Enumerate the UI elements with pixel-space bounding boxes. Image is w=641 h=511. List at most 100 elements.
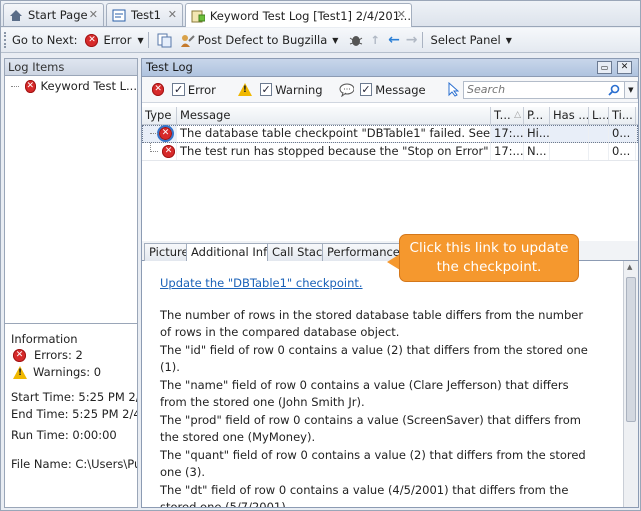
test-log-window: Start Page ✕ Test1 ✕ Keyword Test Log [T…	[0, 0, 641, 511]
error-icon: ✕	[25, 79, 36, 93]
tab-test1[interactable]: Test1 ✕	[106, 3, 183, 26]
search-input[interactable]	[467, 83, 608, 96]
info-line: stored one (5/7/2001).	[160, 500, 290, 507]
info-line: one (3).	[160, 465, 206, 479]
end-time: End Time: 5:25 PM 2/4/2	[11, 407, 137, 421]
info-line: The "id" field of row 0 contains a value…	[160, 342, 588, 357]
scrollbar-thumb[interactable]	[626, 277, 636, 422]
cursor-icon	[448, 82, 459, 97]
row-link-cell	[589, 143, 609, 160]
information-title: Information	[11, 332, 78, 346]
log-tree-item[interactable]: ✕ Keyword Test L...	[11, 79, 137, 93]
row-link-cell	[589, 125, 609, 142]
close-tab-icon[interactable]: ✕	[397, 8, 406, 21]
copy-icon	[157, 33, 172, 47]
tree-connector	[150, 151, 158, 152]
select-panel-button[interactable]: Select Panel ▼	[431, 33, 512, 47]
info-line: the stored one (MyMoney).	[160, 430, 316, 444]
test-log-panel: Test Log ▭ ✕ ✕ ✓ Error ✓ Warning ✓ Messa…	[141, 58, 639, 508]
error-filter-checkbox[interactable]: ✓	[172, 83, 185, 96]
details-scrollbar[interactable]: ▲	[624, 261, 638, 507]
column-time-diff[interactable]: Ti...	[609, 107, 636, 124]
column-time[interactable]: T... △	[491, 107, 524, 124]
message-icon	[339, 83, 354, 97]
log-toolbar: Go to Next: ✕ Error ▼ Post Defect to Bug…	[1, 28, 640, 53]
test-log-title: Test Log ▭ ✕	[142, 59, 638, 77]
update-checkpoint-link[interactable]: Update the "DBTable1" checkpoint.	[160, 276, 363, 290]
message-filter-checkbox[interactable]: ✓	[359, 83, 373, 96]
search-box[interactable]	[463, 80, 625, 99]
row-type-cell: ✕	[142, 125, 177, 142]
info-line: from the stored one (John Smith Jr).	[160, 395, 365, 409]
close-tab-icon[interactable]: ✕	[168, 8, 177, 21]
row-message-cell: The database table checkpoint "DBTable1"…	[177, 125, 491, 142]
copy-button[interactable]	[157, 33, 173, 48]
restore-panel-button[interactable]: ▭	[597, 61, 612, 74]
chevron-down-icon[interactable]: ▼	[138, 36, 144, 45]
warning-filter-checkbox[interactable]: ✓	[259, 83, 273, 96]
toolbar-grip[interactable]	[4, 32, 8, 48]
post-defect-button[interactable]: Post Defect to Bugzilla ▼	[179, 33, 338, 48]
script-icon	[112, 9, 126, 21]
warnings-count: Warnings: 0	[13, 365, 101, 379]
info-line: The "dt" field of row 0 contains a value…	[160, 482, 569, 497]
table-row[interactable]: ✕ The test run has stopped because the "…	[142, 143, 638, 161]
search-dropdown-button[interactable]: ▼	[624, 80, 639, 99]
info-line: The number of rows in the stored databas…	[160, 307, 584, 322]
close-panel-button[interactable]: ✕	[617, 61, 632, 74]
column-message[interactable]: Message	[177, 107, 491, 124]
errors-count: ✕ Errors: 2	[13, 348, 83, 362]
go-to-next-error-button[interactable]: ✕ Error ▼	[85, 33, 144, 47]
chevron-down-icon[interactable]: ▼	[332, 36, 338, 45]
sort-ascending-icon: △	[514, 110, 521, 120]
additional-info-content: Update the "DBTable1" checkpoint. The nu…	[142, 261, 624, 507]
arrow-left-icon: ←	[388, 32, 400, 48]
forward-button[interactable]: →	[406, 32, 418, 48]
arrow-right-icon: →	[405, 32, 418, 48]
row-message-cell: The test run has stopped because the "St…	[177, 143, 491, 160]
column-priority[interactable]: P...	[524, 107, 550, 124]
warning-icon	[13, 365, 27, 379]
info-line: of rows in the compared database object.	[160, 325, 400, 339]
toolbar-separator	[147, 32, 149, 48]
scroll-up-icon[interactable]: ▲	[627, 263, 632, 271]
document-tab-bar: Start Page ✕ Test1 ✕ Keyword Test Log [T…	[1, 1, 640, 27]
info-line: The "prod" field of row 0 contains a val…	[160, 412, 582, 427]
column-link[interactable]: L...	[589, 107, 609, 124]
error-icon: ✕	[85, 33, 99, 47]
log-icon	[191, 10, 205, 22]
row-time-diff-cell: 0...	[609, 143, 636, 160]
toolbar-separator	[421, 32, 423, 48]
parent-up-button[interactable]: ↑	[370, 33, 380, 47]
chevron-down-icon: ▼	[505, 35, 512, 45]
tab-start-page[interactable]: Start Page ✕	[3, 3, 104, 26]
error-icon: ✕	[162, 145, 175, 158]
tab-keyword-test-log[interactable]: Keyword Test Log [Test1] 2/4/201... ✕	[185, 3, 412, 27]
row-time-diff-cell: 0...	[609, 125, 636, 142]
info-line: The "name" field of row 0 contains a val…	[160, 377, 569, 392]
tree-connector	[11, 85, 20, 87]
bug-icon	[350, 35, 363, 46]
arrow-up-icon: ↑	[370, 33, 381, 47]
file-name: File Name: C:\Users\Pub	[11, 457, 137, 471]
search-icon[interactable]	[608, 84, 620, 96]
tab-additional-info[interactable]: Additional Info	[186, 243, 280, 262]
row-time-cell: 17:...	[491, 143, 524, 160]
back-button[interactable]: ←	[388, 32, 400, 48]
home-icon	[10, 9, 22, 21]
bug-button[interactable]	[348, 33, 364, 48]
close-tab-icon[interactable]: ✕	[89, 8, 98, 21]
column-has-picture[interactable]: Has ...	[550, 107, 589, 124]
log-items-title: Log Items	[5, 59, 137, 76]
row-has-picture-cell	[550, 143, 589, 160]
info-line: (1).	[160, 360, 180, 374]
warning-icon	[237, 83, 252, 96]
row-priority-cell: N...	[524, 143, 550, 160]
panel-divider[interactable]	[5, 323, 137, 324]
column-type[interactable]: Type	[142, 107, 177, 124]
table-row[interactable]: ✕ The database table checkpoint "DBTable…	[142, 125, 638, 143]
error-icon: ✕	[152, 83, 165, 96]
tree-connector	[150, 133, 158, 134]
bugzilla-icon	[180, 34, 195, 47]
error-icon: ✕	[13, 348, 26, 362]
